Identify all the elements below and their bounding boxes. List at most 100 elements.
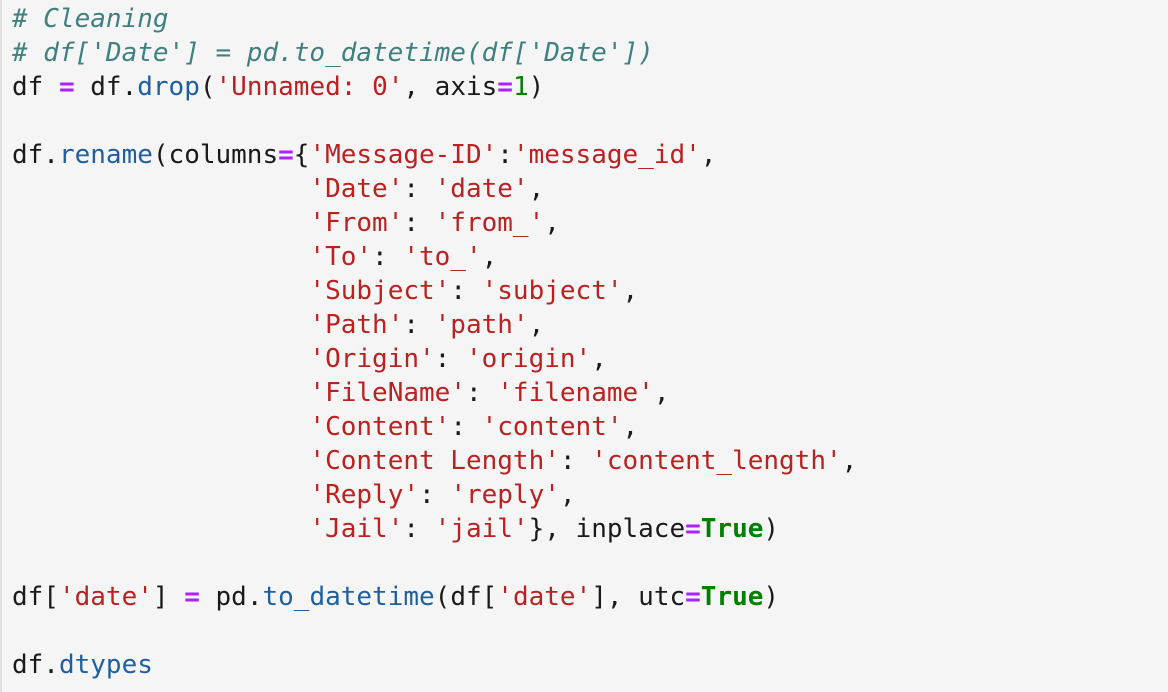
code-token-name: ], utc xyxy=(591,582,686,612)
code-token-str: 'FileName' xyxy=(309,378,466,408)
code-line: # Cleaning xyxy=(12,2,857,36)
code-token-name: ) xyxy=(763,582,780,612)
code-token-name: ) xyxy=(763,514,780,544)
code-token-op: = xyxy=(278,140,294,170)
code-token-name: , xyxy=(700,140,717,170)
code-token-name: , xyxy=(591,344,607,374)
code-token-name: df[ xyxy=(12,582,59,612)
code-token-name: (df[ xyxy=(434,582,498,612)
code-token-str: 'Content' xyxy=(309,412,451,442)
code-token-str: 'Message-ID' xyxy=(309,140,498,170)
code-token-op: = xyxy=(184,582,200,612)
code-line: 'To': 'to_', xyxy=(12,240,857,274)
code-token-name: : xyxy=(559,446,592,476)
code-cell[interactable]: # Cleaning # df['Date'] = pd.to_datetime(… xyxy=(0,0,1168,692)
code-token-str: 'to_' xyxy=(403,242,482,272)
code-token-name: , xyxy=(528,174,545,204)
code-token-kw: True xyxy=(700,514,764,544)
code-token-name xyxy=(12,242,309,272)
code-editor[interactable]: # Cleaning # df['Date'] = pd.to_datetime(… xyxy=(12,2,857,682)
code-token-kw: True xyxy=(700,582,764,612)
code-line: 'Reply': 'reply', xyxy=(12,478,857,512)
code-token-str: 'Unnamed: 0' xyxy=(215,72,404,102)
code-token-name: , xyxy=(622,276,639,306)
code-token-name: , xyxy=(481,242,498,272)
code-token-name: ] xyxy=(152,582,185,612)
code-token-str: 'Content Length' xyxy=(309,446,560,476)
code-token-op: = xyxy=(58,72,75,102)
code-line: 'Path': 'path', xyxy=(12,308,857,342)
code-token-name: : xyxy=(403,514,435,544)
code-token-str: 'from_' xyxy=(434,208,545,238)
code-token-name xyxy=(12,514,309,544)
code-token-op: = xyxy=(685,514,701,544)
code-token-name: df. xyxy=(12,650,59,680)
code-line: df.dtypes xyxy=(12,648,857,682)
code-line: 'Date': 'date', xyxy=(12,172,857,206)
code-token-name: : xyxy=(497,140,513,170)
code-token-name xyxy=(12,412,309,442)
code-token-name: ) xyxy=(528,72,545,102)
code-token-name: : xyxy=(403,310,435,340)
code-token-str: 'Reply' xyxy=(309,480,419,510)
code-token-name: : xyxy=(465,378,498,408)
code-line: 'Content Length': 'content_length', xyxy=(12,444,857,478)
code-token-str: 'Origin' xyxy=(309,344,435,374)
code-token-op: = xyxy=(497,72,513,102)
code-token-str: 'reply' xyxy=(450,480,560,510)
code-line: 'FileName': 'filename', xyxy=(12,376,857,410)
code-token-str: 'To' xyxy=(309,242,373,272)
code-token-str: 'subject' xyxy=(481,276,623,306)
code-token-name xyxy=(12,480,309,510)
code-line: 'Content': 'content', xyxy=(12,410,857,444)
code-token-name: , xyxy=(622,412,639,442)
code-token-str: 'date' xyxy=(497,582,592,612)
code-token-str: 'filename' xyxy=(497,378,654,408)
code-token-str: 'Subject' xyxy=(309,276,451,306)
code-token-attr: rename xyxy=(58,140,153,170)
code-token-str: 'origin' xyxy=(465,344,592,374)
code-token-str: 'path' xyxy=(434,310,529,340)
code-line: df = df.drop('Unnamed: 0', axis=1) xyxy=(12,70,857,104)
code-token-str: 'message_id' xyxy=(512,140,701,170)
code-token-name: : xyxy=(403,208,435,238)
code-token-name: (columns xyxy=(152,140,279,170)
code-token-str: 'From' xyxy=(309,208,404,238)
code-token-name: df. xyxy=(12,140,59,170)
code-token-name: : xyxy=(403,174,435,204)
code-line: df.rename(columns={'Message-ID':'message… xyxy=(12,138,857,172)
code-token-name: }, inplace xyxy=(528,514,686,544)
code-token-str: 'Path' xyxy=(309,310,404,340)
code-token-str: 'jail' xyxy=(434,514,529,544)
code-token-name: ( xyxy=(199,72,216,102)
code-token-name: df xyxy=(12,72,59,102)
code-token-attr: dtypes xyxy=(58,650,153,680)
code-line: 'Origin': 'origin', xyxy=(12,342,857,376)
code-token-name xyxy=(12,276,309,306)
code-token-name: , xyxy=(559,480,576,510)
code-line: 'Subject': 'subject', xyxy=(12,274,857,308)
code-token-name xyxy=(12,344,309,374)
code-token-name: , xyxy=(841,446,858,476)
code-token-name: pd. xyxy=(199,582,263,612)
code-token-str: 'content' xyxy=(481,412,623,442)
code-line: 'From': 'from_', xyxy=(12,206,857,240)
code-token-attr: to_datetime xyxy=(262,582,435,612)
code-token-name: : xyxy=(450,276,482,306)
code-token-name xyxy=(12,208,309,238)
code-token-str: 'Jail' xyxy=(309,514,404,544)
code-token-str: 'date' xyxy=(434,174,529,204)
code-token-name: , axis xyxy=(403,72,498,102)
code-token-attr: drop xyxy=(137,72,200,102)
code-token-str: 'date' xyxy=(58,582,153,612)
code-token-name: { xyxy=(293,140,310,170)
code-token-name: df. xyxy=(74,72,138,102)
code-line: df['date'] = pd.to_datetime(df['date'], … xyxy=(12,580,857,614)
code-token-comment: # Cleaning xyxy=(12,4,169,34)
code-token-name: , xyxy=(544,208,560,238)
code-line: # df['Date'] = pd.to_datetime(df['Date']… xyxy=(12,36,857,70)
code-token-op: = xyxy=(685,582,701,612)
